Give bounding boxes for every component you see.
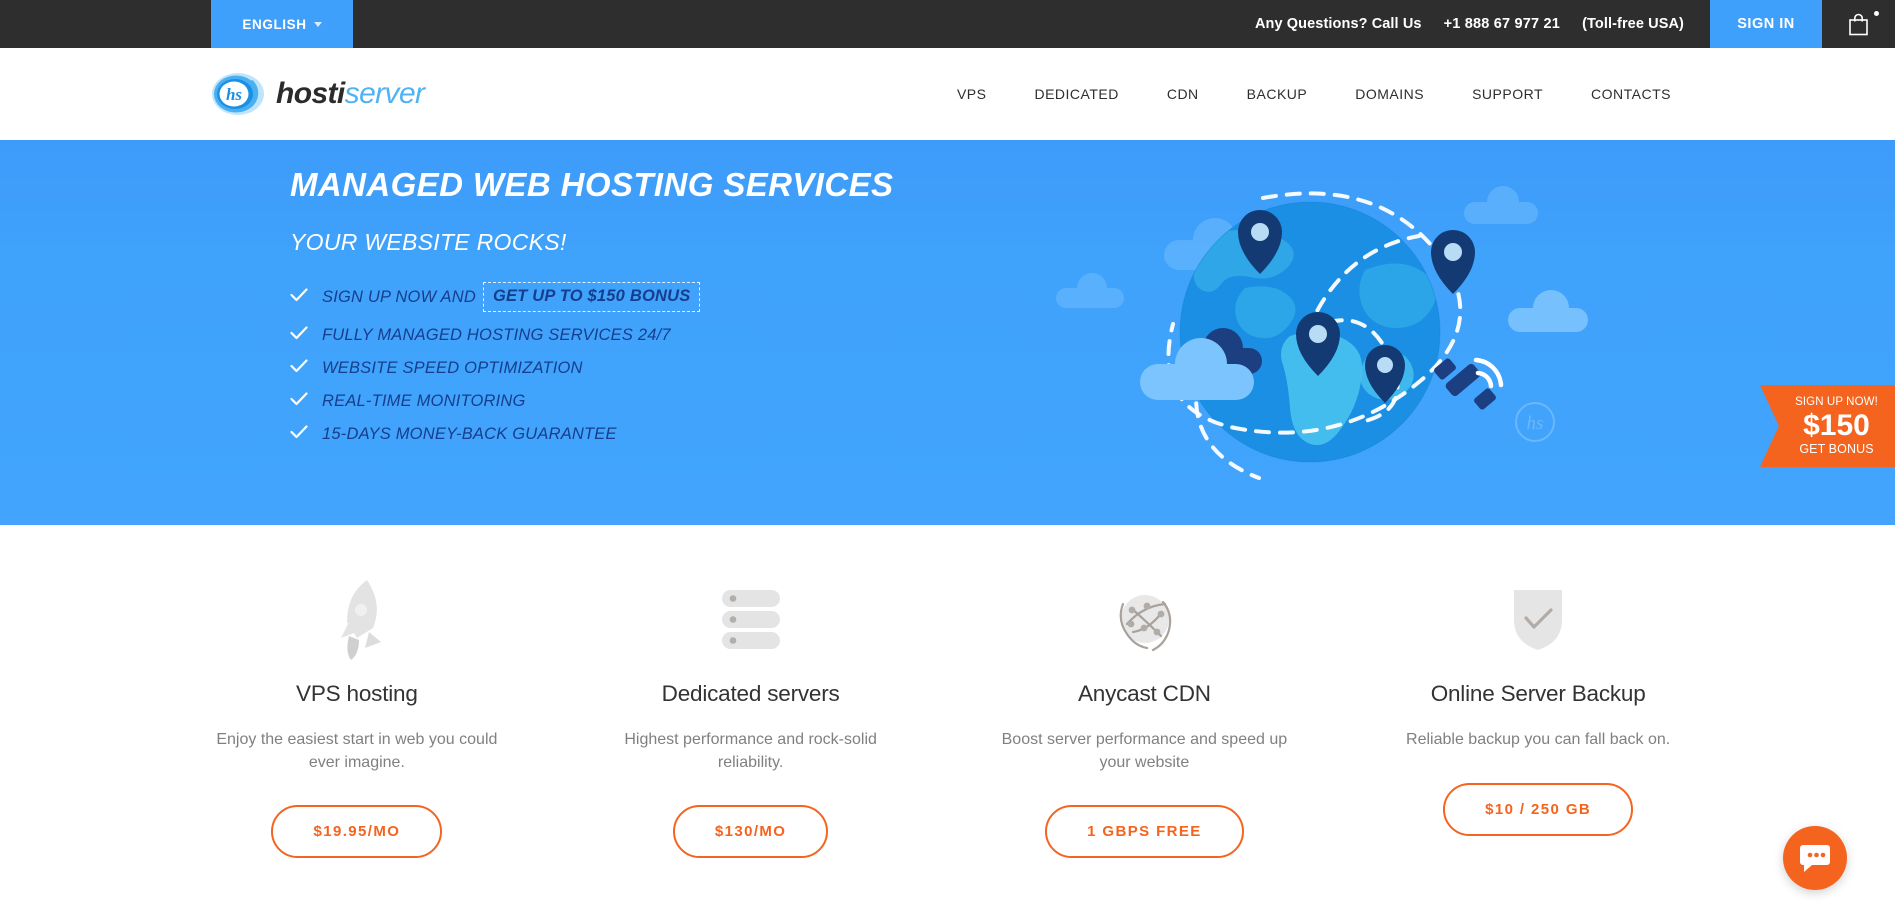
satellite-icon: [1434, 357, 1504, 410]
phone-number[interactable]: +1 888 67 977 21: [1444, 16, 1561, 32]
hero-bullet-signup: SIGN UP NOW AND GET UP TO $150 BONUS: [290, 282, 990, 312]
hostiserver-logo-icon: hs: [212, 73, 264, 115]
service-card-dedicated: Dedicated servers Highest performance an…: [554, 573, 948, 859]
nav-item-support[interactable]: SUPPORT: [1448, 86, 1567, 102]
service-title: Online Server Backup: [1430, 681, 1646, 706]
service-price-button[interactable]: 1 GBPS FREE: [1045, 805, 1244, 859]
contact-info: Any Questions? Call Us +1 888 67 977 21 …: [1255, 0, 1710, 48]
hero-bullet-label: REAL-TIME MONITORING: [322, 392, 526, 410]
tollfree-label: (Toll-free USA): [1582, 16, 1684, 32]
nav-item-backup[interactable]: BACKUP: [1223, 86, 1332, 102]
server-rack-icon: [720, 573, 782, 665]
chevron-down-icon: [313, 21, 322, 27]
svg-text:hs: hs: [226, 85, 242, 104]
logo-wordmark: hostiserver: [276, 77, 425, 111]
logo-secondary: server: [344, 77, 425, 110]
check-icon: [290, 425, 312, 444]
chat-bubble-icon: [1800, 845, 1830, 872]
service-cards-section: VPS hosting Enjoy the easiest start in w…: [0, 525, 1895, 859]
hero-bullet-speed: WEBSITE SPEED OPTIMIZATION: [290, 359, 990, 378]
network-globe-icon: [1111, 573, 1177, 665]
service-title: Dedicated servers: [661, 681, 840, 706]
signup-bonus-ribbon[interactable]: SIGN UP NOW! $150 GET BONUS: [1760, 385, 1895, 467]
hero-bullet-monitoring: REAL-TIME MONITORING: [290, 392, 990, 411]
check-icon: [290, 392, 312, 411]
service-price-button[interactable]: $130/MO: [672, 805, 829, 859]
nav-item-domains[interactable]: DOMAINS: [1331, 86, 1448, 102]
hero-feature-list: SIGN UP NOW AND GET UP TO $150 BONUS FUL…: [290, 282, 990, 444]
svg-text:hs: hs: [1527, 413, 1544, 434]
main-navigation: VPS DEDICATED CDN BACKUP DOMAINS SUPPORT…: [933, 86, 1695, 102]
cart-button[interactable]: [1822, 0, 1895, 48]
nav-item-contacts[interactable]: CONTACTS: [1567, 86, 1695, 102]
shopping-bag-icon: [1849, 13, 1868, 35]
logo[interactable]: hs hostiserver: [211, 71, 425, 117]
cart-badge-dot: [1874, 11, 1879, 16]
rocket-icon: [321, 573, 393, 665]
language-label: ENGLISH: [242, 16, 307, 32]
hero-title: MANAGED WEB HOSTING SERVICES: [290, 166, 894, 203]
service-description: Enjoy the easiest start in web you could…: [216, 731, 498, 771]
call-us-label: Any Questions? Call Us: [1254, 16, 1422, 32]
service-price-button[interactable]: $10 / 250 GB: [1443, 782, 1634, 836]
shield-check-icon: [1510, 573, 1566, 665]
hero-bullet-label: WEBSITE SPEED OPTIMIZATION: [322, 359, 583, 377]
hero-copy: MANAGED WEB HOSTING SERVICES YOUR WEBSIT…: [290, 166, 990, 458]
hero-subtitle: YOUR WEBSITE ROCKS!: [290, 229, 567, 255]
live-chat-button[interactable]: [1783, 826, 1847, 890]
service-description: Boost server performance and speed up yo…: [1001, 731, 1288, 771]
ribbon-line3: GET BONUS: [1799, 441, 1874, 456]
nav-item-cdn[interactable]: CDN: [1143, 86, 1223, 102]
hero-bullet-label: SIGN UP NOW AND: [322, 287, 476, 306]
service-price-button[interactable]: $19.95/MO: [271, 805, 443, 859]
hero-bullet-label: 15-DAYS MONEY-BACK GUARANTEE: [322, 425, 617, 443]
globe-illustration: hs: [1035, 140, 1595, 525]
sign-in-label: SIGN IN: [1737, 16, 1795, 32]
service-title: VPS hosting: [296, 681, 418, 706]
language-selector[interactable]: ENGLISH: [211, 0, 353, 48]
top-bar-right-group: Any Questions? Call Us +1 888 67 977 21 …: [1255, 0, 1895, 48]
nav-item-vps[interactable]: VPS: [933, 86, 1011, 102]
service-description: Reliable backup you can fall back on.: [1406, 731, 1671, 748]
check-icon: [290, 359, 312, 378]
service-title: Anycast CDN: [1077, 681, 1211, 706]
signal-waves: [1473, 357, 1504, 389]
ribbon-amount: $150: [1803, 408, 1870, 442]
top-utility-bar: ENGLISH Any Questions? Call Us +1 888 67…: [0, 0, 1895, 48]
logo-primary: hosti: [276, 77, 345, 110]
hero-bullet-guarantee: 15-DAYS MONEY-BACK GUARANTEE: [290, 425, 990, 444]
hero-banner: MANAGED WEB HOSTING SERVICES YOUR WEBSIT…: [0, 140, 1895, 525]
nav-item-dedicated[interactable]: DEDICATED: [1010, 86, 1142, 102]
service-card-cdn: Anycast CDN Boost server performance and…: [948, 573, 1342, 859]
check-icon: [290, 287, 312, 307]
bonus-highlight[interactable]: GET UP TO $150 BONUS: [482, 282, 701, 312]
service-card-vps: VPS hosting Enjoy the easiest start in w…: [160, 573, 554, 859]
service-card-backup: Online Server Backup Reliable backup you…: [1341, 573, 1735, 858]
site-header: hs hostiserver VPS DEDICATED CDN BACKUP …: [0, 48, 1895, 140]
sign-in-button[interactable]: SIGN IN: [1710, 0, 1822, 48]
service-description: Highest performance and rock-solid relia…: [624, 731, 877, 771]
hero-bullet-label: FULLY MANAGED HOSTING SERVICES 24/7: [322, 326, 671, 344]
hero-bullet-managed: FULLY MANAGED HOSTING SERVICES 24/7: [290, 326, 990, 345]
hs-watermark: hs: [1515, 402, 1555, 442]
check-icon: [290, 326, 312, 345]
ribbon-line1: SIGN UP NOW!: [1795, 396, 1878, 408]
